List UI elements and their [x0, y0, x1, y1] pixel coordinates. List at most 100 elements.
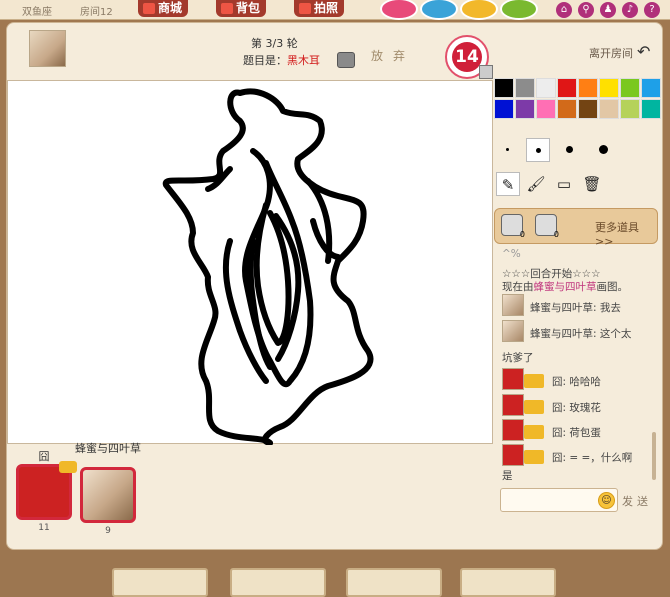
drawing-canvas[interactable] [7, 80, 493, 445]
chat-avatar [502, 294, 524, 316]
color-swatch[interactable] [557, 99, 577, 119]
color-swatch[interactable] [494, 78, 514, 98]
smiley-icon[interactable]: ☺ [598, 492, 615, 509]
yellow-balloon-icon[interactable] [460, 0, 498, 20]
color-swatch[interactable] [599, 78, 619, 98]
pink-balloon-icon[interactable] [380, 0, 418, 20]
hourglass-prop-icon[interactable]: 0 [535, 214, 559, 239]
color-palette [494, 78, 661, 119]
chat-avatar [502, 320, 524, 342]
color-swatch[interactable] [536, 99, 556, 119]
chat-log: ^% ☆☆☆回合开始☆☆☆ 现在由蜂蜜与四叶草画图。 蜂蜜与四叶草: 我去 蜂蜜… [498, 248, 656, 484]
topic-prefix: 题目是： [243, 54, 287, 67]
chat-message: 囧: 荷包蛋 [552, 427, 601, 439]
chat-scrollbar[interactable] [652, 432, 656, 480]
gallery-thumb-4[interactable] [460, 568, 556, 597]
color-swatch[interactable] [578, 99, 598, 119]
more-props-link[interactable]: 更多道具>> [595, 219, 657, 248]
search-icon[interactable]: ⚲ [578, 2, 594, 18]
gallery-thumb-1[interactable] [112, 568, 208, 597]
trash-icon[interactable]: 🗑 [580, 172, 604, 196]
chat-avatar [502, 394, 524, 416]
gold-badge-icon [524, 400, 544, 414]
sound-icon[interactable]: ♪ [622, 2, 638, 18]
chat-message: 囧: = =，什么啊 [552, 452, 633, 464]
brush-size-2-selected[interactable] [526, 138, 550, 162]
timer-value: 14 [452, 42, 482, 72]
round-counter: 第 3/3 轮 [251, 37, 298, 50]
color-swatch[interactable] [515, 78, 535, 98]
brush-size-3[interactable] [566, 146, 573, 153]
chat-avatar [502, 444, 524, 466]
green-balloon-icon[interactable] [500, 0, 538, 20]
gold-badge-icon [524, 374, 544, 388]
mall-label: 商城 [158, 1, 183, 15]
user-icon[interactable]: ♟ [600, 2, 616, 18]
room-number-label: 房间12 [80, 7, 113, 18]
prop-count: 0 [553, 230, 559, 239]
bag-icon [221, 3, 233, 14]
brush-size-4[interactable] [599, 145, 608, 154]
photo-button[interactable]: 拍照 [294, 0, 345, 17]
gallery-thumb-2[interactable] [230, 568, 326, 597]
prop-count: 0 [519, 230, 525, 239]
countdown-timer: 14 [445, 35, 493, 79]
leave-room-button[interactable]: 离开房间 ↶ [589, 42, 650, 61]
color-swatch[interactable] [599, 99, 619, 119]
chat-message: 囧: 哈哈哈 [552, 376, 601, 388]
draw-tool-row: ✎ 🖌 ▭ 🗑 [494, 172, 614, 196]
drawing-strokes [162, 88, 374, 445]
now-drawing-prefix: 现在由 [502, 281, 534, 293]
photo-label: 拍照 [314, 1, 339, 15]
chat-message: 蜂蜜与四叶草: 我去 [530, 302, 621, 314]
now-drawing-line: 现在由蜂蜜与四叶草画图。 [502, 279, 628, 294]
chat-avatar [502, 368, 524, 390]
top-bar: 双鱼座 房间12 商城 背包 拍照 ⌂ ⚲ ♟ ♪ ? [0, 0, 670, 20]
player-card-2[interactable]: 蜂蜜与四叶草 9 [71, 443, 145, 536]
now-drawing-name: 蜂蜜与四叶草 [533, 281, 597, 293]
timer-badge-icon [479, 65, 493, 79]
send-button[interactable]: 发送 [622, 493, 652, 509]
hint-icon[interactable] [337, 52, 355, 68]
bag-button[interactable]: 背包 [216, 0, 267, 17]
hint-prop-icon[interactable]: 0 [501, 214, 525, 239]
color-swatch[interactable] [620, 78, 640, 98]
give-up-button[interactable]: 放弃 [371, 47, 415, 64]
color-swatch[interactable] [515, 99, 535, 119]
player-card-1[interactable]: 囧 11 [13, 451, 77, 533]
gold-badge-icon [524, 450, 544, 464]
help-icon[interactable]: ? [644, 2, 660, 18]
player-name: 蜂蜜与四叶草 [75, 442, 141, 455]
eraser-icon[interactable]: ▭ [552, 172, 576, 196]
color-swatch[interactable] [494, 99, 514, 119]
chat-message: 坑爹了 [502, 352, 534, 364]
chat-message: 蜂蜜与四叶草: 这个太 [530, 328, 632, 340]
color-swatch[interactable] [641, 99, 661, 119]
mall-button[interactable]: 商城 [138, 0, 189, 17]
bag-label: 背包 [236, 1, 261, 15]
brush-dot-icon [536, 148, 541, 153]
chat-message: 囧: 玫瑰花 [552, 402, 601, 414]
color-swatch[interactable] [578, 78, 598, 98]
player-avatar [16, 461, 77, 520]
color-swatch[interactable] [620, 99, 640, 119]
color-swatch[interactable] [641, 78, 661, 98]
topic-line: 题目是：黑木耳 [243, 52, 320, 68]
gallery-strip [0, 550, 670, 597]
chat-avatar [502, 419, 524, 441]
chat-message: 是 [502, 470, 513, 482]
chat-input-row: ☺ 发送 [500, 488, 656, 514]
color-swatch[interactable] [557, 78, 577, 98]
brush-icon[interactable]: 🖌 [524, 172, 548, 196]
drawer-avatar [29, 30, 66, 67]
brush-size-1[interactable] [506, 148, 509, 151]
color-swatch[interactable] [536, 78, 556, 98]
gallery-thumb-3[interactable] [346, 568, 442, 597]
blue-balloon-icon[interactable] [420, 0, 458, 20]
home-icon[interactable]: ⌂ [556, 2, 572, 18]
gold-badge-icon [524, 425, 544, 439]
props-bar: 0 0 更多道具>> [494, 208, 658, 248]
player-score: 9 [105, 526, 111, 536]
pencil-icon[interactable]: ✎ [496, 172, 520, 196]
brush-size-selector [494, 138, 654, 162]
